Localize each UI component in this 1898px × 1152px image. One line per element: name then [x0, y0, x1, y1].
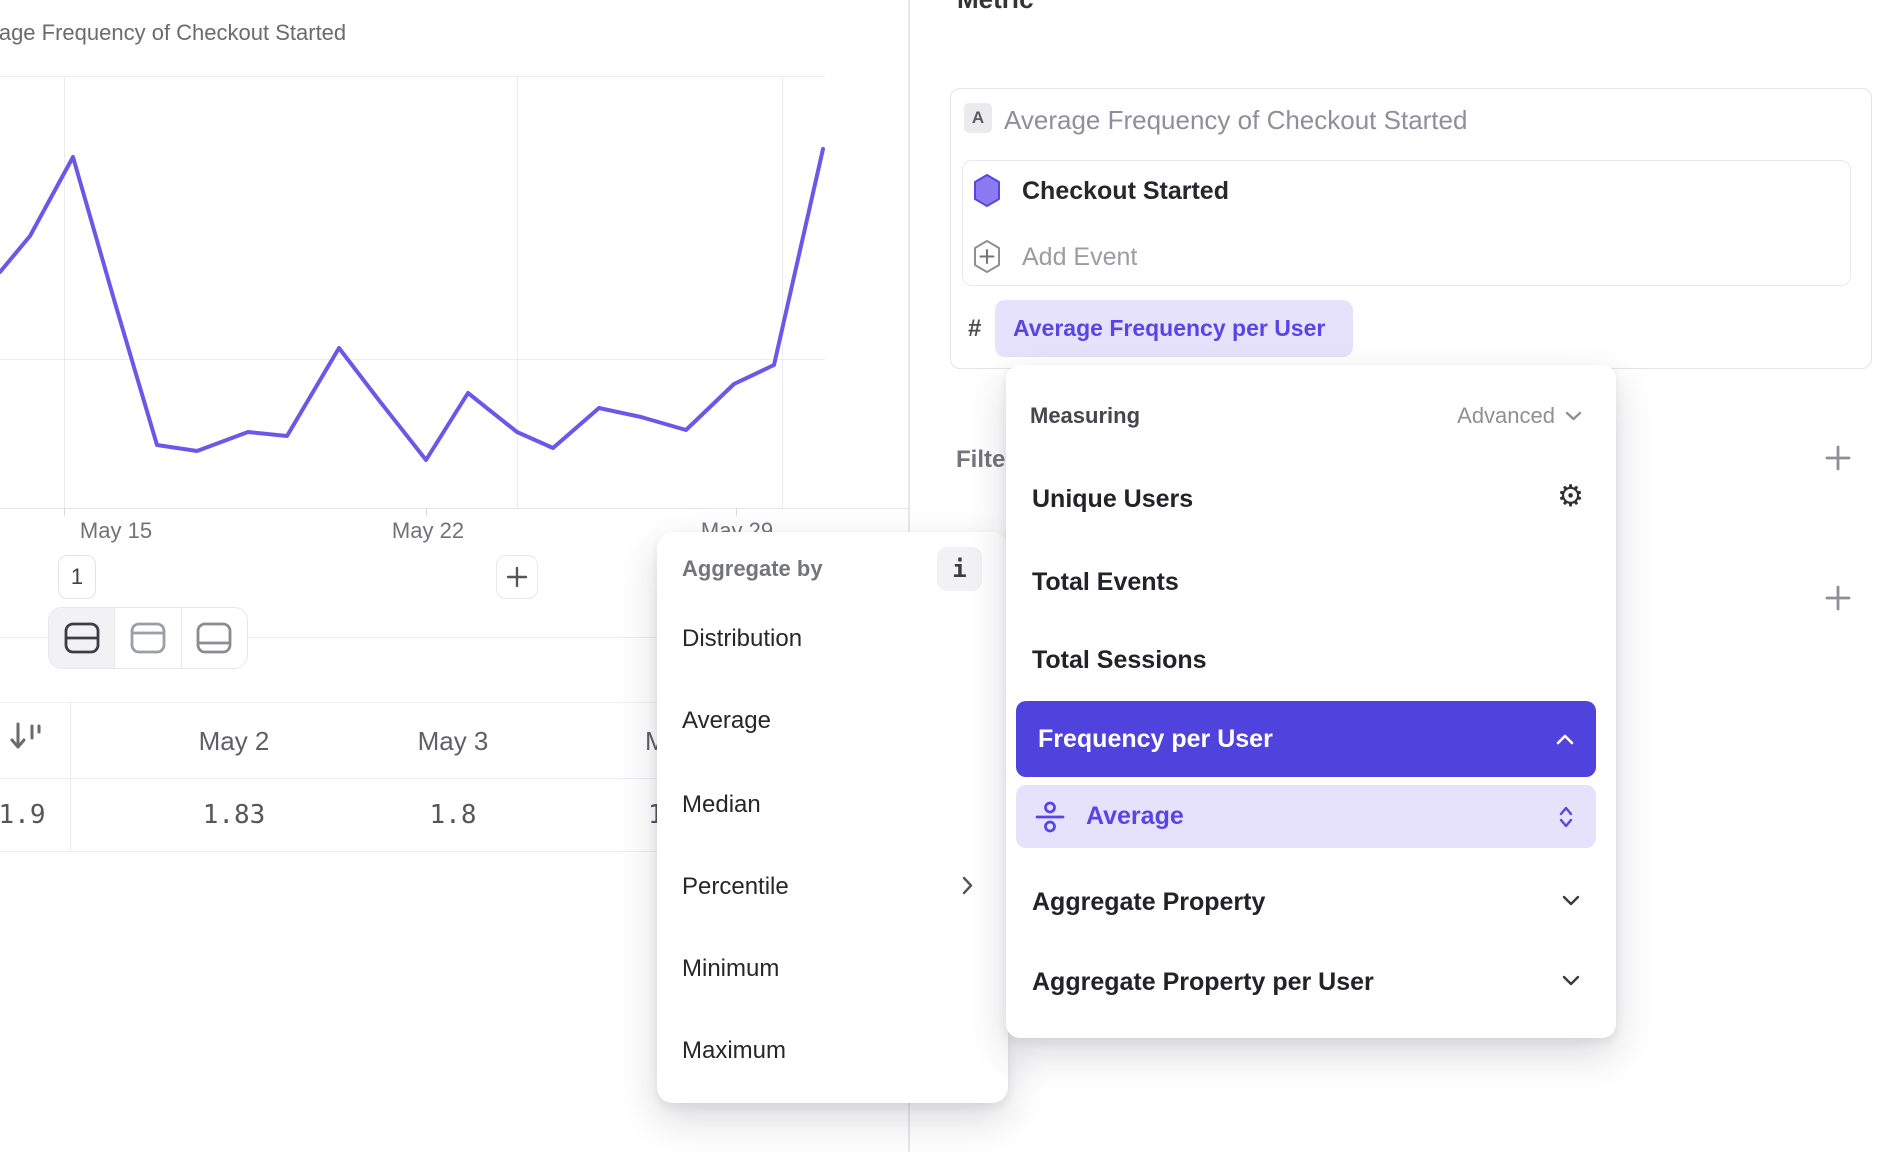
layout-header-top-button[interactable] [115, 608, 181, 668]
chevron-up-down-icon [1558, 805, 1574, 829]
table-column-border [70, 702, 71, 851]
layout-split-rows-button[interactable] [49, 608, 115, 668]
chart-title: Average Frequency of Checkout Started [0, 20, 346, 46]
plus-icon [1825, 445, 1851, 471]
chevron-up-icon [1556, 734, 1574, 745]
advanced-toggle[interactable]: Advanced [1457, 403, 1582, 429]
hash-symbol: # [968, 315, 981, 343]
event-name[interactable]: Checkout Started [1022, 177, 1229, 206]
info-icon[interactable]: i [937, 547, 982, 591]
advanced-label: Advanced [1457, 403, 1555, 429]
plus-icon [1825, 585, 1851, 611]
footer-bottom-icon [195, 621, 233, 655]
menu-subitem-average-selected[interactable]: Average [1016, 785, 1596, 848]
chevron-right-icon [962, 876, 974, 896]
event-hexagon-icon [972, 173, 1002, 209]
x-axis-label: May 22 [392, 518, 464, 544]
menu-item-aggregate-property-per-user[interactable]: Aggregate Property per User [1032, 968, 1374, 997]
measuring-dropdown: Measuring Advanced Unique Users ⚙ Total … [1006, 365, 1616, 1038]
chevron-down-icon [1562, 895, 1580, 906]
header-top-icon [129, 621, 167, 655]
menu-item-total-sessions[interactable]: Total Sessions [1032, 646, 1207, 675]
menu-item-distribution[interactable]: Distribution [682, 625, 802, 653]
add-event-icon [972, 239, 1002, 275]
metric-title: Average Frequency of Checkout Started [1004, 105, 1467, 136]
table-cell: 1.9 [0, 800, 45, 830]
menu-item-maximum[interactable]: Maximum [682, 1037, 786, 1065]
menu-item-median[interactable]: Median [682, 791, 761, 819]
aggregate-by-header: Aggregate by [682, 556, 823, 582]
menu-item-unique-users[interactable]: Unique Users [1032, 485, 1193, 514]
table-header-cell: May 2 [199, 726, 270, 757]
chevron-down-icon [1562, 975, 1580, 986]
add-breakdown-button[interactable] [1820, 580, 1856, 616]
granularity-button[interactable]: 1 [58, 555, 96, 599]
selected-item-label: Frequency per User [1038, 725, 1556, 754]
line-chart-series [0, 76, 825, 508]
x-axis-line [0, 508, 908, 509]
layout-toggle-group [48, 607, 248, 669]
add-chart-button[interactable] [496, 555, 538, 599]
average-divide-icon [1032, 799, 1068, 835]
split-rows-icon [63, 621, 101, 655]
table-cell: 1.8 [430, 800, 477, 830]
add-filter-button[interactable] [1820, 440, 1856, 476]
subitem-label: Average [1086, 802, 1540, 831]
table-cell: 1.83 [203, 800, 266, 830]
series-badge: A [964, 103, 992, 133]
x-axis-tick [426, 508, 427, 516]
menu-item-percentile[interactable]: Percentile [682, 873, 789, 901]
layout-footer-bottom-button[interactable] [182, 608, 247, 668]
menu-item-average[interactable]: Average [682, 707, 771, 735]
add-event-button[interactable]: Add Event [1022, 243, 1137, 272]
insights-report-screen: Average Frequency of Checkout Started Ma… [0, 0, 1898, 1152]
x-axis-label: May 15 [80, 518, 152, 544]
measurement-pill-label: Average Frequency per User [1013, 315, 1325, 342]
menu-item-frequency-per-user-selected[interactable]: Frequency per User [1016, 701, 1596, 777]
measurement-pill[interactable]: Average Frequency per User [995, 300, 1353, 357]
chevron-down-icon [1565, 411, 1582, 422]
table-header-cell: May 3 [418, 726, 489, 757]
sort-descending-icon[interactable] [8, 718, 44, 756]
gear-icon[interactable]: ⚙ [1557, 482, 1584, 512]
menu-item-minimum[interactable]: Minimum [682, 955, 779, 983]
aggregate-by-menu: Aggregate by i Distribution Average Medi… [657, 532, 1008, 1103]
plus-icon [506, 566, 528, 588]
measuring-header: Measuring [1030, 403, 1140, 429]
menu-item-total-events[interactable]: Total Events [1032, 568, 1179, 597]
menu-item-aggregate-property[interactable]: Aggregate Property [1032, 888, 1265, 917]
metric-section-title: Metric [957, 0, 1034, 15]
granularity-value: 1 [71, 564, 83, 590]
x-axis-tick [736, 508, 737, 516]
x-axis-tick [64, 508, 65, 516]
